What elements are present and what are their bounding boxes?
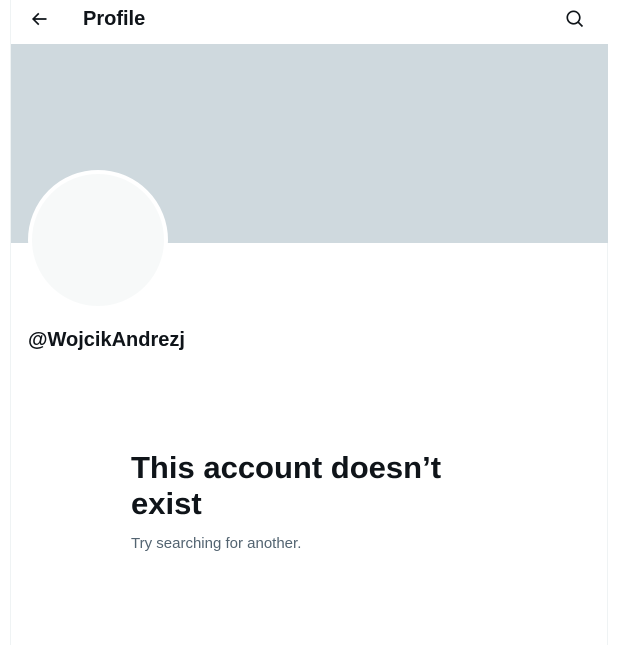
arrow-left-icon bbox=[29, 9, 49, 34]
page-title: Profile bbox=[83, 8, 146, 30]
empty-state-subtitle: Try searching for another. bbox=[131, 535, 302, 552]
profile-handle: @WojcikAndrezj bbox=[28, 329, 185, 351]
search-button[interactable] bbox=[558, 4, 592, 38]
empty-state: This account doesn’t exist Try searching… bbox=[131, 450, 491, 554]
search-icon bbox=[565, 9, 585, 34]
avatar[interactable] bbox=[28, 170, 168, 310]
empty-state-title: This account doesn’t exist bbox=[131, 450, 442, 521]
back-button[interactable] bbox=[22, 4, 56, 38]
top-app-bar: Profile bbox=[11, 0, 609, 44]
primary-column: Profile @WojcikAndrezj This account does… bbox=[10, 0, 609, 645]
